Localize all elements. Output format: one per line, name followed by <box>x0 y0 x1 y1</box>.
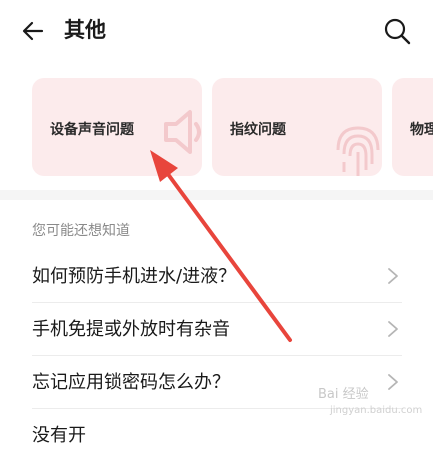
card-device-sound[interactable]: 设备声音问题 <box>32 78 202 176</box>
card-physical[interactable]: 物理 <box>392 78 433 176</box>
section-divider <box>0 190 433 200</box>
faq-item-speaker-noise[interactable]: 手机免提或外放时有杂音 <box>0 303 433 355</box>
card-label: 指纹问题 <box>230 122 286 138</box>
faq-label: 手机免提或外放时有杂音 <box>32 319 230 340</box>
category-cards: 设备声音问题 指纹问题 物理 <box>0 78 433 178</box>
card-label: 设备声音问题 <box>50 122 134 138</box>
card-label: 物理 <box>410 122 433 138</box>
card-fingerprint[interactable]: 指纹问题 <box>212 78 382 176</box>
search-icon[interactable] <box>382 16 412 46</box>
page-title: 其他 <box>64 18 106 42</box>
chevron-right-icon <box>388 321 398 337</box>
chevron-right-icon <box>388 374 398 390</box>
faq-label: 如何预防手机进水/进液？ <box>32 266 237 287</box>
speaker-icon <box>164 110 201 154</box>
section-title: 您可能还想知道 <box>32 223 130 239</box>
faq-item-waterproof[interactable]: 如何预防手机进水/进液？ <box>0 250 433 302</box>
chevron-right-icon <box>388 268 398 284</box>
faq-label: 忘记应用锁密码怎么办？ <box>32 372 230 393</box>
faq-item-partial[interactable]: 没有开 <box>0 409 433 461</box>
faq-label: 没有开 <box>32 425 86 446</box>
arrow-left-icon[interactable] <box>18 16 48 46</box>
app-header: 其他 <box>0 0 433 64</box>
watermark-sub: jingyan.baidu.com <box>330 405 423 416</box>
fingerprint-icon <box>336 126 380 176</box>
watermark: Bai 经验 <box>318 387 369 402</box>
